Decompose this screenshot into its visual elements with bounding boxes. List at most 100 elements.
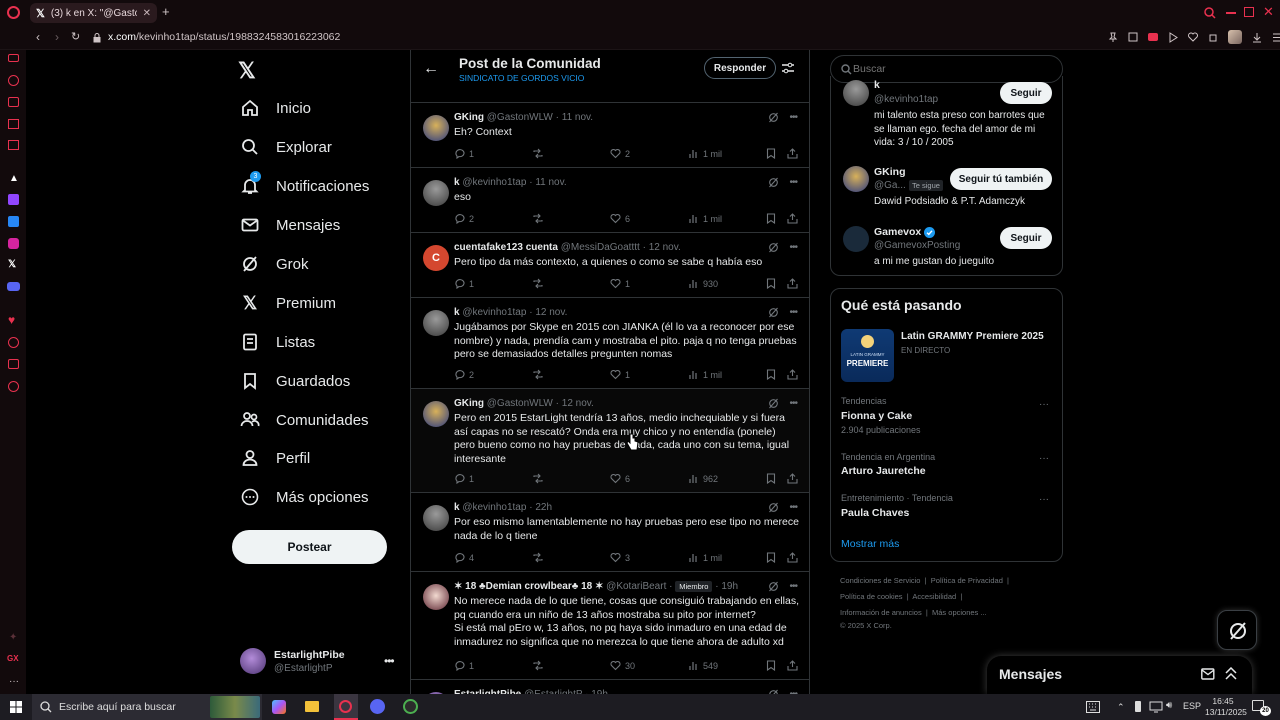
like-action[interactable]: 1 bbox=[610, 369, 630, 380]
footer-link-accessibility[interactable]: Accesibilidad bbox=[912, 592, 956, 601]
bookmark-action[interactable] bbox=[766, 660, 776, 671]
snapshot-icon[interactable] bbox=[1128, 32, 1138, 43]
obs-icon[interactable] bbox=[403, 699, 418, 714]
share-action[interactable] bbox=[787, 213, 798, 224]
sidebar-vk-icon[interactable] bbox=[8, 216, 19, 227]
tweet-avatar[interactable]: C bbox=[423, 245, 449, 271]
nav-messages[interactable]: Mensajes bbox=[240, 208, 340, 242]
footer-link-more[interactable]: Más opciones ... bbox=[932, 608, 987, 617]
more-icon[interactable]: ••• bbox=[789, 398, 797, 409]
discord-icon[interactable] bbox=[370, 699, 385, 714]
more-icon[interactable]: ••• bbox=[789, 502, 797, 513]
account-menu-icon[interactable]: ••• bbox=[384, 654, 395, 668]
share-action[interactable] bbox=[787, 278, 798, 289]
grok-icon[interactable] bbox=[768, 177, 779, 188]
search-input[interactable] bbox=[853, 61, 1053, 77]
tweet-author-handle[interactable]: @kevinho1tap bbox=[462, 177, 526, 188]
minimize-icon[interactable] bbox=[1226, 12, 1236, 14]
follow-user-name-row[interactable]: Gamevox bbox=[874, 226, 936, 238]
taskbar-opera-gx[interactable] bbox=[334, 694, 358, 720]
bookmark-action[interactable] bbox=[766, 473, 776, 484]
tweet-author-handle[interactable]: @kevinho1tap bbox=[462, 307, 526, 318]
user-avatar[interactable] bbox=[843, 166, 869, 192]
tweet-avatar[interactable] bbox=[423, 180, 449, 206]
sidebar-gx-icon[interactable]: GX bbox=[7, 654, 19, 663]
reload-icon[interactable]: ↻ bbox=[71, 30, 80, 43]
views-action[interactable]: 549 bbox=[689, 660, 718, 671]
tweet-time[interactable]: 12 nov. bbox=[562, 398, 594, 409]
taskbar-search-box[interactable]: Escribe aquí para buscar bbox=[32, 694, 262, 720]
trend-more-icon[interactable]: ··· bbox=[1039, 494, 1049, 505]
nav-profile[interactable]: Perfil bbox=[240, 441, 310, 475]
tray-chevron-icon[interactable]: ⌃ bbox=[1117, 702, 1125, 713]
trend-name[interactable]: Fionna y Cake bbox=[841, 410, 912, 422]
grok-icon[interactable] bbox=[768, 581, 779, 592]
nav-lists[interactable]: Listas bbox=[240, 325, 315, 359]
sidebar-twitch-icon[interactable] bbox=[8, 194, 19, 205]
views-action[interactable]: 1 mil bbox=[689, 148, 722, 159]
new-message-icon[interactable] bbox=[1201, 668, 1215, 680]
share-action[interactable] bbox=[787, 148, 798, 159]
community-name[interactable]: SINDICATO DE GORDOS VICIO bbox=[459, 73, 584, 83]
tweet-author-name[interactable]: GKing bbox=[454, 112, 484, 123]
bookmark-action[interactable] bbox=[766, 278, 776, 289]
search-tabs-icon[interactable] bbox=[1204, 7, 1216, 19]
more-icon[interactable]: ••• bbox=[789, 177, 797, 188]
tweet[interactable]: EstarlightPibe @EstarlightP · 19h••• bbox=[411, 680, 809, 694]
trend-more-icon[interactable]: ··· bbox=[1039, 453, 1049, 464]
sidebar-x-icon[interactable]: 𝕏 bbox=[8, 259, 16, 270]
extensions-icon[interactable] bbox=[1208, 32, 1218, 43]
grok-icon[interactable] bbox=[768, 502, 779, 513]
taskbar-clock[interactable]: 16:45 13/11/2025 bbox=[1205, 696, 1247, 718]
window-close-icon[interactable]: ✕ bbox=[1263, 4, 1274, 20]
retweet-action[interactable] bbox=[532, 473, 544, 484]
like-action[interactable]: 30 bbox=[610, 660, 635, 671]
follow-button[interactable]: Seguir bbox=[1000, 227, 1052, 249]
lock-icon[interactable] bbox=[93, 33, 101, 43]
maximize-icon[interactable] bbox=[1244, 7, 1254, 17]
reply-action[interactable]: 2 bbox=[454, 369, 474, 380]
nav-bookmarks[interactable]: Guardados bbox=[240, 364, 350, 398]
bookmark-action[interactable] bbox=[766, 148, 776, 159]
tweet-time[interactable]: 12 nov. bbox=[649, 242, 681, 253]
share-action[interactable] bbox=[787, 369, 798, 380]
user-avatar[interactable] bbox=[843, 80, 869, 106]
tweet-author-name[interactable]: k bbox=[454, 502, 460, 513]
follow-user-name[interactable]: k bbox=[874, 79, 880, 91]
browser-tab-active[interactable]: 𝕏 (3) k en X: "@GastonWLW ✕ bbox=[30, 3, 157, 23]
more-icon[interactable]: ••• bbox=[789, 112, 797, 123]
network-icon[interactable] bbox=[1149, 701, 1163, 713]
tweet-time[interactable]: 12 nov. bbox=[535, 307, 567, 318]
tweet-author-handle[interactable]: @GastonWLW bbox=[487, 398, 553, 409]
tweet[interactable]: GKing @GastonWLW · 11 nov. ••• Eh? Context… bbox=[411, 103, 809, 168]
tweet[interactable]: k @kevinho1tap · 11 nov. ••• eso 2 6 1 mil bbox=[411, 168, 809, 233]
tweet-avatar[interactable] bbox=[423, 310, 449, 336]
pin-icon[interactable] bbox=[1108, 32, 1118, 43]
trend-more-icon[interactable]: ··· bbox=[1039, 399, 1049, 410]
tweet[interactable]: k @kevinho1tap · 22h ••• Por eso mismo lam… bbox=[411, 493, 809, 572]
nav-more-options[interactable]: Más opciones bbox=[240, 480, 369, 514]
tweet[interactable]: GKing @GastonWLW · 12 nov. ••• Pero en 201… bbox=[411, 389, 809, 493]
reply-button[interactable]: Responder bbox=[704, 57, 776, 79]
tweet-avatar[interactable] bbox=[423, 401, 449, 427]
sidebar-messenger-icon[interactable] bbox=[8, 119, 19, 129]
bookmark-action[interactable] bbox=[766, 213, 776, 224]
sidebar-downloads-icon[interactable] bbox=[8, 359, 19, 369]
user-avatar[interactable] bbox=[843, 226, 869, 252]
footer-link-cookies[interactable]: Política de cookies bbox=[840, 592, 903, 601]
tweet-time[interactable]: 19h bbox=[721, 581, 738, 592]
featured-trend-name[interactable]: Latin GRAMMY Premiere 2025 bbox=[901, 331, 1044, 342]
back-arrow-icon[interactable]: ← bbox=[423, 60, 439, 78]
trend-name[interactable]: Arturo Jauretche bbox=[841, 465, 926, 477]
grok-icon[interactable] bbox=[768, 112, 779, 123]
reply-action[interactable]: 1 bbox=[454, 473, 474, 484]
tweet-author-name[interactable]: cuentafake123 cuenta bbox=[454, 242, 558, 253]
profile-avatar[interactable] bbox=[1228, 30, 1242, 44]
tweet-author-handle[interactable]: @MessiDaGoatttt bbox=[561, 242, 640, 253]
sidebar-tiktok-icon[interactable]: ▲ bbox=[9, 173, 19, 184]
tweet[interactable]: Ccuentafake123 cuenta @MessiDaGoatttt · … bbox=[411, 233, 809, 298]
reply-action[interactable]: 2 bbox=[454, 213, 474, 224]
language-indicator[interactable]: ESP bbox=[1183, 701, 1201, 711]
menu-icon[interactable] bbox=[1272, 32, 1280, 43]
filter-icon[interactable] bbox=[781, 61, 795, 75]
